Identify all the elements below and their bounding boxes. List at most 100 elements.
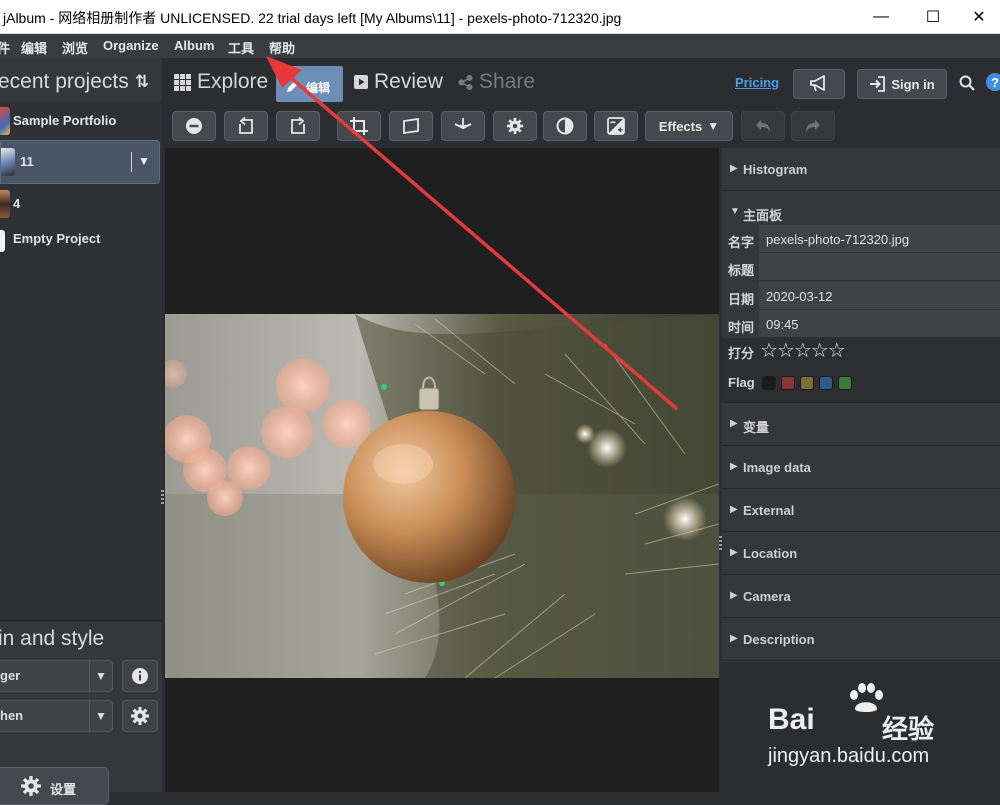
project-thumbnail	[0, 190, 10, 218]
close-icon: ✕	[972, 8, 986, 26]
tab-explore[interactable]: Explore	[174, 70, 268, 94]
svg-text:?: ?	[991, 75, 999, 90]
effects-button[interactable]: Effects ▼	[645, 111, 733, 141]
skin-info-button[interactable]	[122, 660, 158, 692]
pencil-icon	[287, 80, 299, 92]
gear-icon	[21, 776, 41, 796]
section-label: Description	[743, 632, 815, 647]
expand-icon: ▶	[730, 461, 738, 472]
photo-preview[interactable]	[165, 314, 719, 678]
search-icon[interactable]	[959, 75, 975, 91]
settings-button[interactable]: 设置	[0, 767, 109, 805]
section-camera[interactable]: ▶ Camera	[722, 575, 1000, 618]
project-list: Sample Portfolio 11 ▼ 4 Empty Project	[0, 102, 162, 619]
menu-album[interactable]: Album	[174, 38, 214, 53]
field-date: 日期 2020-03-12	[722, 282, 1000, 310]
section-description[interactable]: ▶ Description	[722, 618, 1000, 661]
redo-button[interactable]	[791, 111, 835, 141]
section-label: Camera	[743, 589, 791, 604]
sign-in-button[interactable]: Sign in	[857, 69, 947, 99]
flag-yellow[interactable]	[800, 376, 814, 390]
flag-red[interactable]	[781, 376, 795, 390]
left-panel: ecent projects ⇅ Sample Portfolio 11 ▼ 4…	[0, 58, 162, 805]
section-histogram[interactable]: ▶ Histogram	[722, 148, 1000, 191]
section-location[interactable]: ▶ Location	[722, 532, 1000, 575]
left-splitter-handle[interactable]	[161, 490, 164, 504]
title-bar: jAlbum - 网络相册制作者 UNLICENSED. 22 trial da…	[0, 0, 1000, 34]
section-label: 变量	[743, 420, 770, 435]
rotate-left-button[interactable]	[224, 111, 268, 141]
menu-organize[interactable]: Organize	[103, 38, 159, 53]
field-label: 名字	[728, 235, 755, 250]
sort-icon[interactable]: ⇅	[135, 72, 149, 92]
adjust-settings-button[interactable]	[493, 111, 537, 141]
date-input[interactable]: 2020-03-12	[759, 282, 1000, 310]
paw-icon	[850, 683, 883, 712]
pricing-link[interactable]: Pricing	[735, 75, 779, 90]
tab-review[interactable]: Review	[354, 70, 443, 94]
rotate-right-icon	[291, 117, 305, 134]
close-button[interactable]: ✕	[956, 0, 1000, 33]
megaphone-icon	[810, 75, 825, 92]
play-icon	[354, 75, 368, 89]
expand-icon: ▶	[730, 504, 738, 515]
effects-label: Effects	[658, 118, 703, 134]
title-input[interactable]	[759, 253, 1000, 281]
section-label: 主面板	[743, 208, 783, 223]
minimize-button[interactable]: —	[858, 0, 904, 33]
time-input[interactable]: 09:45	[759, 310, 1000, 338]
section-image-data[interactable]: ▶ Image data	[722, 446, 1000, 489]
straighten-button[interactable]	[389, 111, 433, 141]
flag-blue[interactable]	[819, 376, 833, 390]
share-icon	[458, 74, 473, 90]
project-dropdown-icon[interactable]: ▼	[138, 154, 150, 168]
project-name: 11	[20, 154, 34, 169]
flag-green[interactable]	[838, 376, 852, 390]
star-rating[interactable]: ☆☆☆☆☆	[760, 338, 846, 363]
image-canvas[interactable]	[165, 148, 719, 792]
menu-browse[interactable]: 浏览	[62, 38, 88, 57]
menu-file[interactable]: 件	[0, 38, 10, 57]
menu-help[interactable]: 帮助	[269, 38, 295, 57]
zoom-out-button[interactable]	[172, 111, 216, 141]
collapse-icon: ▼	[730, 206, 740, 217]
perspective-button[interactable]	[441, 111, 485, 141]
skin-select[interactable]: ger ▼	[0, 660, 113, 692]
style-settings-button[interactable]	[122, 700, 158, 732]
project-thumbnail	[1, 148, 15, 176]
field-rating: 打分 ☆☆☆☆☆	[722, 338, 1000, 366]
field-title: 标题	[722, 253, 1000, 281]
project-4[interactable]: 4	[0, 185, 158, 223]
tab-label: Explore	[197, 70, 269, 93]
watermark-url: jingyan.baidu.com	[768, 745, 930, 767]
minimize-icon: —	[873, 7, 889, 25]
crop-button[interactable]	[337, 111, 381, 141]
tab-label: Share	[479, 70, 536, 93]
tab-share[interactable]: Share	[458, 70, 535, 94]
maximize-button[interactable]: ☐	[910, 0, 956, 33]
section-main-panel[interactable]: ▼ 主面板	[722, 191, 1000, 224]
contrast-button[interactable]	[543, 111, 587, 141]
project-empty[interactable]: Empty Project	[0, 220, 158, 258]
announcements-button[interactable]	[793, 69, 845, 99]
rotate-right-button[interactable]	[276, 111, 320, 141]
undo-button[interactable]	[741, 111, 785, 141]
section-variables[interactable]: ▶ 变量	[722, 403, 1000, 446]
name-input[interactable]: pexels-photo-712320.jpg	[759, 225, 1000, 253]
tab-edit[interactable]: 编辑	[276, 66, 343, 102]
section-external[interactable]: ▶ External	[722, 489, 1000, 532]
flag-none[interactable]	[762, 376, 776, 390]
nav-row: Explore 编辑 Review Share Pricing Sign in …	[162, 58, 1000, 102]
help-icon[interactable]: ?	[986, 73, 1000, 91]
menu-edit[interactable]: 编辑	[21, 38, 47, 57]
flag-picker[interactable]	[762, 374, 862, 392]
chevron-down-icon: ▼	[89, 701, 112, 731]
exposure-button[interactable]	[594, 111, 638, 141]
style-value: hen	[0, 708, 24, 723]
contrast-icon	[556, 117, 574, 135]
project-11[interactable]: 11 ▼	[0, 140, 160, 184]
menu-tools[interactable]: 工具	[228, 38, 254, 57]
project-sample-portfolio[interactable]: Sample Portfolio	[0, 102, 158, 140]
project-thumbnail	[0, 230, 5, 252]
style-select[interactable]: hen ▼	[0, 700, 113, 732]
